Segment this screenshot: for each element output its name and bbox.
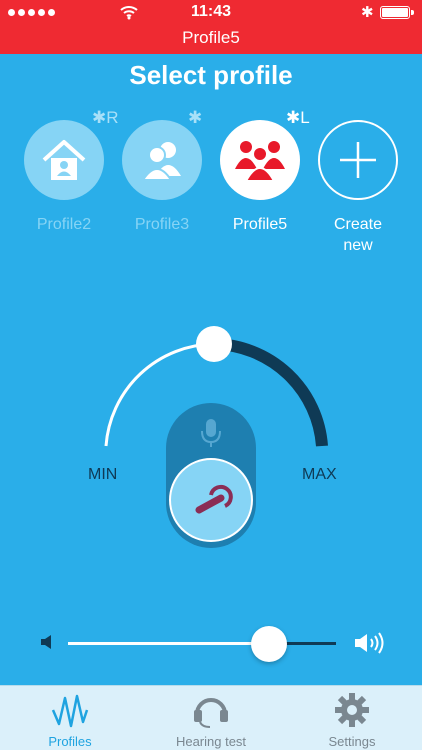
tab-hearing-test[interactable]: Hearing test — [141, 686, 281, 750]
profile-label: Profile2 — [36, 216, 92, 233]
profile-circle — [24, 120, 104, 200]
headset-toggle-button[interactable] — [169, 458, 253, 542]
profile-circle — [220, 120, 300, 200]
plus-icon — [340, 142, 376, 178]
group-icon — [235, 141, 285, 182]
headset-icon — [194, 698, 228, 728]
volume-slider-thumb[interactable] — [251, 626, 287, 662]
waveform-icon — [51, 694, 89, 728]
dial-max-label: MAX — [302, 466, 337, 483]
dial-min-label: MIN — [88, 466, 118, 483]
tab-label: Settings — [328, 734, 376, 749]
profile-label: Profile3 — [134, 216, 190, 233]
profile-label: Create new — [333, 216, 383, 254]
volume-low-icon — [41, 635, 51, 649]
home-icon — [42, 140, 86, 180]
dial-thumb[interactable] — [196, 326, 232, 362]
profile-circle — [318, 120, 398, 200]
page-title: Select profile — [129, 60, 293, 90]
profile-label: Profile5 — [232, 216, 288, 233]
volume-slider[interactable] — [68, 642, 336, 645]
bluetooth-icon: ✱ — [361, 4, 374, 21]
profile-item-profile2[interactable]: Profile2 — [22, 120, 106, 235]
tab-profiles[interactable]: Profiles — [0, 686, 140, 750]
tab-settings[interactable]: Settings — [282, 686, 422, 750]
bluetooth-headset-icon — [195, 484, 233, 514]
microphone-icon — [201, 419, 221, 447]
create-profile-button[interactable]: Create new — [316, 120, 400, 256]
nav-title: Profile5 — [182, 28, 240, 47]
volume-slider-fill — [68, 642, 269, 645]
status-time: 11:43 — [190, 3, 232, 20]
battery-icon — [380, 6, 414, 19]
status-bar: 11:43 ✱ Profile5 — [0, 0, 422, 54]
gear-icon — [335, 693, 369, 727]
profile-item-profile5[interactable]: Profile5 — [218, 120, 302, 235]
people-icon — [141, 142, 181, 181]
tab-bar: Profiles Hearing test Settings — [0, 685, 422, 750]
volume-high-icon — [355, 632, 384, 654]
profile-item-profile3[interactable]: Profile3 — [120, 120, 204, 235]
profile-circle — [122, 120, 202, 200]
tab-label: Hearing test — [175, 734, 247, 749]
tab-label: Profiles — [48, 734, 92, 749]
